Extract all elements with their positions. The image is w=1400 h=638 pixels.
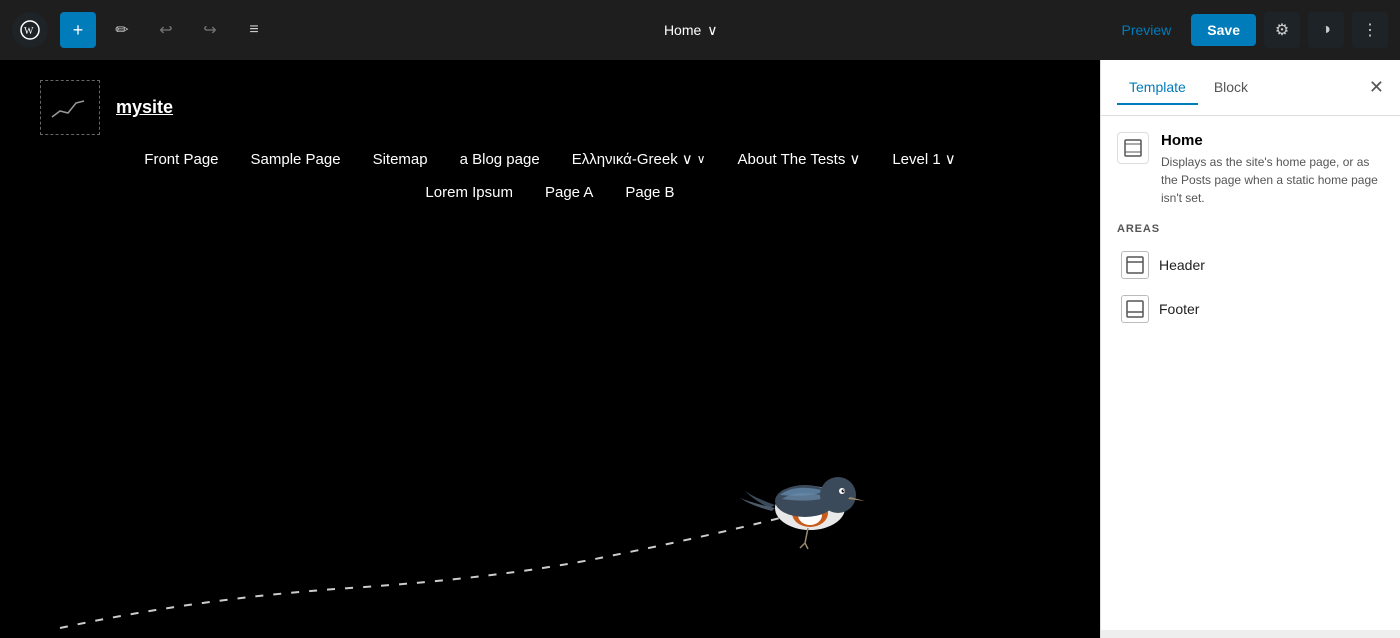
canvas[interactable]: mysite Front Page Sample Page Sitemap a … [0, 60, 1100, 638]
nav-item-sample-page[interactable]: Sample Page [251, 151, 341, 168]
redo-button[interactable]: ↪ [192, 12, 228, 48]
edit-mode-button[interactable]: ✏ [104, 12, 140, 48]
home-info: Home Displays as the site's home page, o… [1161, 132, 1384, 207]
area-item-header[interactable]: Header [1117, 243, 1384, 287]
svg-text:W: W [24, 26, 34, 37]
home-description: Displays as the site's home page, or as … [1161, 153, 1384, 207]
main-area: mysite Front Page Sample Page Sitemap a … [0, 60, 1400, 638]
nav-item-level1[interactable]: Level 1 ∨ [892, 150, 955, 168]
chevron-greek-icon: ∨ [682, 150, 693, 168]
areas-label: AREAS [1117, 223, 1384, 235]
header-area-icon [1121, 251, 1149, 279]
nav-item-about-tests[interactable]: About The Tests ∨ [737, 150, 860, 168]
save-button[interactable]: Save [1191, 14, 1256, 46]
site-name: mysite [116, 97, 173, 118]
contrast-button[interactable]: ◑ [1308, 12, 1344, 48]
right-panel: Template Block ✕ Home Displays as the si… [1100, 60, 1400, 638]
tab-template[interactable]: Template [1117, 71, 1198, 105]
toolbar-center: Home ∨ [280, 16, 1102, 45]
panel-tabs: Template Block ✕ [1101, 60, 1400, 116]
nav-item-sitemap[interactable]: Sitemap [373, 151, 428, 168]
panel-close-button[interactable]: ✕ [1369, 77, 1384, 98]
dashed-path [0, 438, 1100, 638]
settings-button[interactable]: ⚙ [1264, 12, 1300, 48]
nav-row-2: Lorem Ipsum Page A Page B [425, 184, 674, 201]
header-area-label: Header [1159, 257, 1205, 273]
site-navigation: Front Page Sample Page Sitemap a Blog pa… [0, 150, 1100, 201]
site-logo-box [40, 80, 100, 135]
chevron-level1-icon: ∨ [945, 150, 956, 168]
undo-button[interactable]: ↩ [148, 12, 184, 48]
bird-svg [730, 443, 880, 553]
preview-button[interactable]: Preview [1110, 16, 1184, 44]
nav-item-greek[interactable]: Ελληνικά-Greek ∨ [572, 150, 706, 168]
chevron-down-icon: ∨ [707, 22, 717, 39]
home-section: Home Displays as the site's home page, o… [1117, 132, 1384, 207]
area-item-footer[interactable]: Footer [1117, 287, 1384, 331]
tab-block[interactable]: Block [1202, 71, 1260, 105]
nav-item-lorem-ipsum[interactable]: Lorem Ipsum [425, 184, 513, 201]
chevron-about-icon: ∨ [849, 150, 860, 168]
bird-image [730, 443, 880, 558]
nav-item-blog-page[interactable]: a Blog page [460, 151, 540, 168]
list-view-button[interactable]: ≡ [236, 12, 272, 48]
panel-content: Home Displays as the site's home page, o… [1101, 116, 1400, 630]
footer-area-icon [1121, 295, 1149, 323]
toolbar: W + ✏ ↩ ↪ ≡ Home ∨ Preview Save ⚙ ◑ ⋮ [0, 0, 1400, 60]
page-title-button[interactable]: Home ∨ [652, 16, 730, 45]
wp-logo[interactable]: W [12, 12, 48, 48]
home-title: Home [1161, 132, 1384, 149]
panel-scrollbar[interactable] [1101, 630, 1400, 638]
page-title-label: Home [664, 22, 701, 38]
site-header: mysite [40, 80, 173, 135]
nav-item-front-page[interactable]: Front Page [144, 151, 218, 168]
nav-row-1: Front Page Sample Page Sitemap a Blog pa… [144, 150, 955, 168]
footer-area-label: Footer [1159, 301, 1199, 317]
add-block-button[interactable]: + [60, 12, 96, 48]
toolbar-right: Preview Save ⚙ ◑ ⋮ [1110, 12, 1389, 48]
nav-item-page-a[interactable]: Page A [545, 184, 593, 201]
more-options-button[interactable]: ⋮ [1352, 12, 1388, 48]
home-template-icon [1117, 132, 1149, 164]
nav-item-page-b[interactable]: Page B [625, 184, 674, 201]
